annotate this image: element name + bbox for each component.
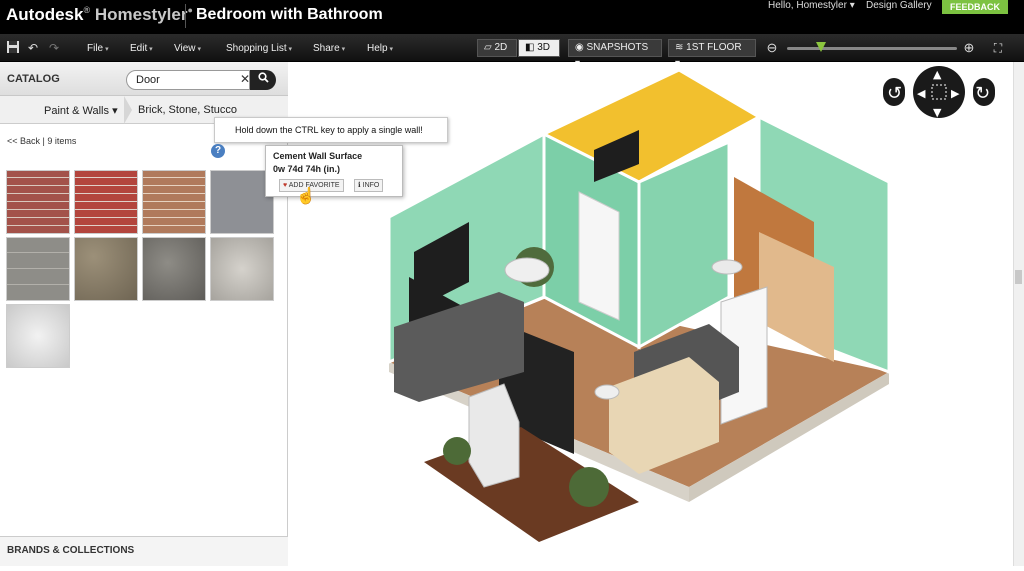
search-icon xyxy=(257,72,269,86)
clear-search-icon[interactable]: ✕ xyxy=(240,72,250,86)
fullscreen-icon[interactable]: ⛶ xyxy=(990,40,1006,56)
menu-share[interactable]: Share xyxy=(313,43,345,54)
svg-text:↺: ↺ xyxy=(887,83,902,104)
back-link-row: << Back | 9 items xyxy=(7,136,77,146)
zoom-out-icon[interactable]: ⊖ xyxy=(764,40,780,56)
swatch-red-brick[interactable] xyxy=(6,170,70,234)
scrollbar-thumb[interactable] xyxy=(1015,270,1022,284)
swatch-light-stone[interactable] xyxy=(210,237,274,301)
view-2d-button[interactable]: ▱ 2D xyxy=(477,39,517,57)
hand-cursor-icon: ☝ xyxy=(296,188,316,205)
help-icon[interactable]: ? xyxy=(211,144,225,158)
camera-icon: ◉ xyxy=(575,42,584,53)
svg-text:▲: ▲ xyxy=(933,68,942,81)
swatch-grey-stone[interactable] xyxy=(6,237,70,301)
svg-text:▶: ▶ xyxy=(951,87,960,100)
swatch-red-brick-2[interactable] xyxy=(74,170,138,234)
vertical-scrollbar[interactable] xyxy=(1013,62,1024,566)
swatch-dark-stone[interactable] xyxy=(142,237,206,301)
feedback-button[interactable]: FEEDBACK xyxy=(942,0,1008,14)
brands-label: BRANDS & COLLECTIONS xyxy=(7,545,135,556)
camera-navigator[interactable]: ↺ ↻ ▲ ▼ ◀ ▶ xyxy=(879,62,999,122)
svg-text:◀: ◀ xyxy=(917,87,926,100)
brand-sub: Homestyler xyxy=(94,5,188,24)
title-divider xyxy=(185,4,186,28)
swatch-tan-brick[interactable] xyxy=(142,170,206,234)
material-dims: 0w 74d 74h (in.) xyxy=(273,164,341,174)
menu-file[interactable]: File xyxy=(87,43,109,54)
pendant-lamp xyxy=(711,259,743,275)
ctrl-tooltip: Hold down the CTRL key to apply a single… xyxy=(214,117,448,143)
brands-collections[interactable]: BRANDS & COLLECTIONS xyxy=(0,536,288,566)
brand-main: Autodesk xyxy=(6,5,84,24)
item-count: 9 items xyxy=(47,136,77,146)
material-title: Cement Wall Surface xyxy=(273,151,363,161)
door-white xyxy=(578,191,620,321)
crumb-separator xyxy=(124,96,132,124)
info-icon: ℹ xyxy=(358,182,361,189)
menu-edit[interactable]: Edit xyxy=(130,43,153,54)
zoom-slider[interactable] xyxy=(787,47,957,50)
svg-text:▼: ▼ xyxy=(933,106,942,119)
menu-view[interactable]: View xyxy=(174,43,201,54)
crumb-subcategory[interactable]: Brick, Stone, Stucco xyxy=(138,104,237,116)
info-button[interactable]: ℹ INFO xyxy=(354,179,384,192)
user-menu[interactable]: Hello, Homestyler ▾ xyxy=(768,0,855,11)
search-button[interactable] xyxy=(250,70,276,90)
title-bar: Autodesk® Homestyler● Bedroom with Bathr… xyxy=(0,0,1024,34)
plan-icon: ▱ xyxy=(484,42,492,53)
swatch-flagstone[interactable] xyxy=(74,237,138,301)
floor-selector[interactable]: ≋ 1ST FLOOR ▾ xyxy=(668,39,756,69)
search-input[interactable]: Door xyxy=(126,70,250,90)
layers-icon: ≋ xyxy=(675,42,684,53)
menu-help[interactable]: Help xyxy=(367,43,393,54)
svg-text:↻: ↻ xyxy=(975,83,990,104)
floor-lamp xyxy=(594,384,620,400)
catalog-label: CATALOG xyxy=(7,73,60,85)
plant-patio-right xyxy=(569,467,609,507)
app-brand[interactable]: Autodesk® Homestyler● xyxy=(6,5,193,25)
redo-icon[interactable]: ↷ xyxy=(46,40,62,56)
catalog-header: CATALOG Door ✕ xyxy=(0,62,288,96)
round-table xyxy=(504,257,550,283)
menu-shopping-list[interactable]: Shopping List xyxy=(226,43,292,54)
project-title: Bedroom with Bathroom xyxy=(196,6,383,23)
view-3d-button[interactable]: ◧ 3D xyxy=(518,39,560,57)
back-link[interactable]: << Back xyxy=(7,136,40,146)
plant-patio-left xyxy=(443,437,471,465)
save-icon[interactable] xyxy=(5,40,21,56)
snapshots-button[interactable]: ◉ SNAPSHOTS ▾ xyxy=(568,39,662,69)
material-popover: Cement Wall Surface 0w 74d 74h (in.) ♥ A… xyxy=(265,145,403,197)
design-gallery-link[interactable]: Design Gallery xyxy=(866,0,932,11)
heart-icon: ♥ xyxy=(283,182,288,189)
cube-icon: ◧ xyxy=(525,42,535,53)
undo-icon[interactable]: ↶ xyxy=(25,40,41,56)
swatch-white-stucco[interactable] xyxy=(6,304,70,368)
zoom-slider-thumb[interactable] xyxy=(816,42,826,52)
crumb-category[interactable]: Paint & Walls ▾ xyxy=(44,104,118,117)
zoom-in-icon[interactable]: ⊕ xyxy=(961,40,977,56)
